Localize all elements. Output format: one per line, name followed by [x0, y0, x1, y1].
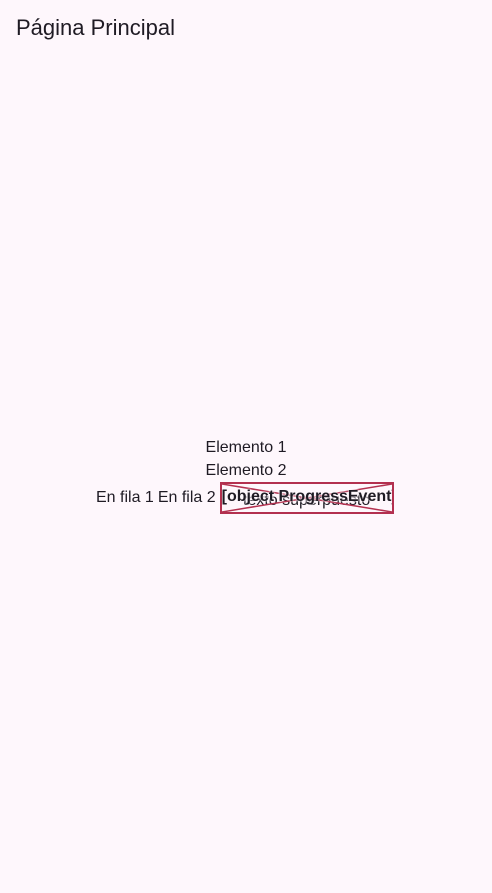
- row-item-1: En fila 1: [96, 489, 154, 506]
- page-title: Página Principal: [16, 15, 175, 40]
- app-screen: Página Principal Elemento 1 Elemento 2 E…: [0, 0, 492, 893]
- broken-image-error-label: [object ProgressEvent]: [221, 488, 394, 505]
- column-item-1: Elemento 1: [205, 439, 287, 456]
- overlay-stack: texto superpuesto [object ProgressEvent]: [219, 482, 394, 514]
- horizontal-row: En fila 1 En fila 2 texto superpuesto [o…: [96, 482, 394, 514]
- column-item-2: Elemento 2: [205, 462, 287, 479]
- app-bar: Página Principal: [0, 0, 492, 56]
- row-item-2: En fila 2: [157, 489, 216, 506]
- broken-image-placeholder: [object ProgressEvent]: [219, 482, 394, 514]
- centered-column: Elemento 1 Elemento 2: [0, 436, 492, 482]
